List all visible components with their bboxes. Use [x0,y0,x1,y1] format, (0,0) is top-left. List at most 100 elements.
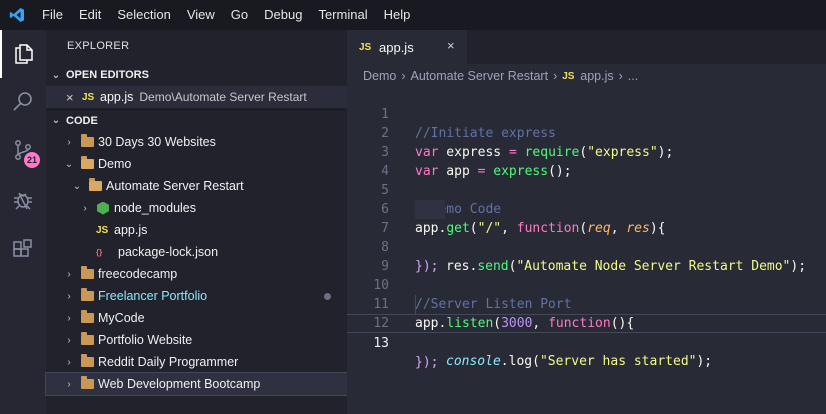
tab-bar: JS app.js × [347,30,826,64]
menu-selection[interactable]: Selection [109,0,178,30]
code-line: 4 [347,143,826,179]
sidebar-title: EXPLORER [67,40,130,52]
indent-guide [415,295,416,314]
folder-icon [76,288,98,301]
javascript-file-icon: JS [359,41,372,53]
tree-label: app.js [114,223,148,237]
code-line: 12 console.log("Server has started"); [347,295,826,369]
code-token: ); [696,354,713,369]
menu-view[interactable]: View [179,0,223,30]
tree-folder-demo[interactable]: ⌄ Demo [46,153,347,175]
code-line: 2 var express = require("express"); [347,105,826,160]
code-line: 9 [347,238,826,274]
tree-folder-node-modules[interactable]: › node_modules [46,197,347,219]
tree-label: Portfolio Website [98,333,193,347]
folder-icon [76,376,98,389]
tree-label: 30 Days 30 Websites [98,135,216,149]
folder-icon [76,332,98,345]
folder-icon [76,266,98,279]
workspace-label: CODE [66,114,98,127]
close-icon[interactable]: × [66,90,82,105]
title-bar: File Edit Selection View Go Debug Termin… [0,0,826,30]
vscode-logo-icon [0,0,34,30]
debug-icon[interactable] [0,176,46,224]
code-line: 3 var app = express(); [347,124,826,179]
tree-label: package-lock.json [118,245,219,259]
breadcrumb-file[interactable]: app.js [580,69,613,83]
tab-app-js[interactable]: JS app.js × [347,30,467,64]
modified-dot-icon [324,293,331,300]
tree-folder-web-development-bootcamp[interactable]: › Web Development Bootcamp [45,372,348,396]
extensions-icon[interactable] [0,226,46,274]
chevron-right-icon: › [401,69,406,83]
javascript-file-icon: JS [562,70,575,82]
open-editors-label: OPEN EDITORS [66,69,149,81]
chevron-right-icon: › [67,356,71,368]
search-icon[interactable] [0,78,46,126]
open-editors-header[interactable]: ⌄ OPEN EDITORS [46,64,347,86]
editor-area: JS app.js × Demo › Automate Server Resta… [347,30,826,414]
tree-label: Web Development Bootcamp [98,377,261,391]
breadcrumb-demo[interactable]: Demo [363,69,396,83]
chevron-down-icon: ⌄ [72,180,82,192]
menu-terminal[interactable]: Terminal [310,0,375,30]
menu-edit[interactable]: Edit [71,0,109,30]
source-control-icon[interactable]: 21 [0,126,46,174]
tree-folder-portfolio-website[interactable]: › Portfolio Website [46,329,347,351]
menu-go[interactable]: Go [223,0,256,30]
breadcrumb-folder[interactable]: Automate Server Restart [411,69,549,83]
tree-file-app-js[interactable]: JS app.js [46,219,347,241]
tree-folder-freelancer-portfolio[interactable]: › Freelancer Portfolio [46,285,347,307]
activity-bar: 21 [0,30,46,414]
javascript-file-icon: JS [96,224,109,236]
tree-label: freecodecamp [98,267,178,281]
scm-badge: 21 [24,152,40,168]
javascript-file-icon: JS [82,91,95,103]
chevron-right-icon: › [67,268,71,280]
breadcrumb-symbol[interactable]: ... [628,69,638,83]
code-line: 1 //Initiate express [347,86,826,141]
code-line: 11 app.listen(3000, function(){ [347,276,826,331]
workspace-header[interactable]: ⌄ CODE [46,109,347,131]
menu-file[interactable]: File [34,0,71,30]
chevron-right-icon: › [67,378,71,390]
folder-icon [76,310,98,323]
menu-help[interactable]: Help [376,0,419,30]
chevron-right-icon: › [618,69,623,83]
folder-icon [76,354,98,367]
menu-debug[interactable]: Debug [256,0,310,30]
code-line: 7 res.send("Automate Node Server Restart… [347,200,826,274]
node-modules-icon [92,201,114,215]
code-token: }); [415,355,439,370]
code-line-current: 13 }); [347,314,826,370]
tree-label: Freelancer Portfolio [98,289,208,303]
code-token: console [446,354,501,369]
code-editor[interactable]: 1 //Initiate express 2 var express = req… [347,86,826,406]
tree-folder-freecodecamp[interactable]: › freecodecamp [46,263,347,285]
code-token: "Server has started" [539,354,697,369]
open-editor-file-name: app.js [100,90,134,104]
tree-label: node_modules [114,201,197,215]
code-line: 6 app.get("/", function(req, res){ [347,181,826,236]
explorer-icon[interactable] [0,30,46,78]
tree-folder-reddit-daily-programmer[interactable]: › Reddit Daily Programmer [46,351,347,373]
tree-label: Automate Server Restart [106,179,244,193]
chevron-down-icon: ⌄ [64,158,74,170]
json-file-icon: {} [96,247,103,257]
breadcrumb: Demo › Automate Server Restart › JS app.… [363,66,638,86]
tree-folder-30-days[interactable]: › 30 Days 30 Websites [46,131,347,153]
chevron-right-icon: › [67,334,71,346]
chevron-right-icon: › [67,290,71,302]
chevron-down-icon: ⌄ [51,115,61,126]
code-line: 8 }); [347,219,826,274]
tree-folder-mycode[interactable]: › MyCode [46,307,347,329]
close-icon[interactable]: × [447,38,455,53]
chevron-right-icon: › [67,312,71,324]
tab-label: app.js [379,39,414,55]
code-token: ( [532,354,540,369]
indent-guide [415,200,445,219]
tree-file-package-lock[interactable]: {} package-lock.json [46,241,347,263]
tree-folder-automate-server-restart[interactable]: ⌄ Automate Server Restart [46,175,347,197]
tree-label: Demo [98,157,132,171]
open-editor-app-js[interactable]: × JS app.js Demo\Automate Server Restart [46,86,347,108]
